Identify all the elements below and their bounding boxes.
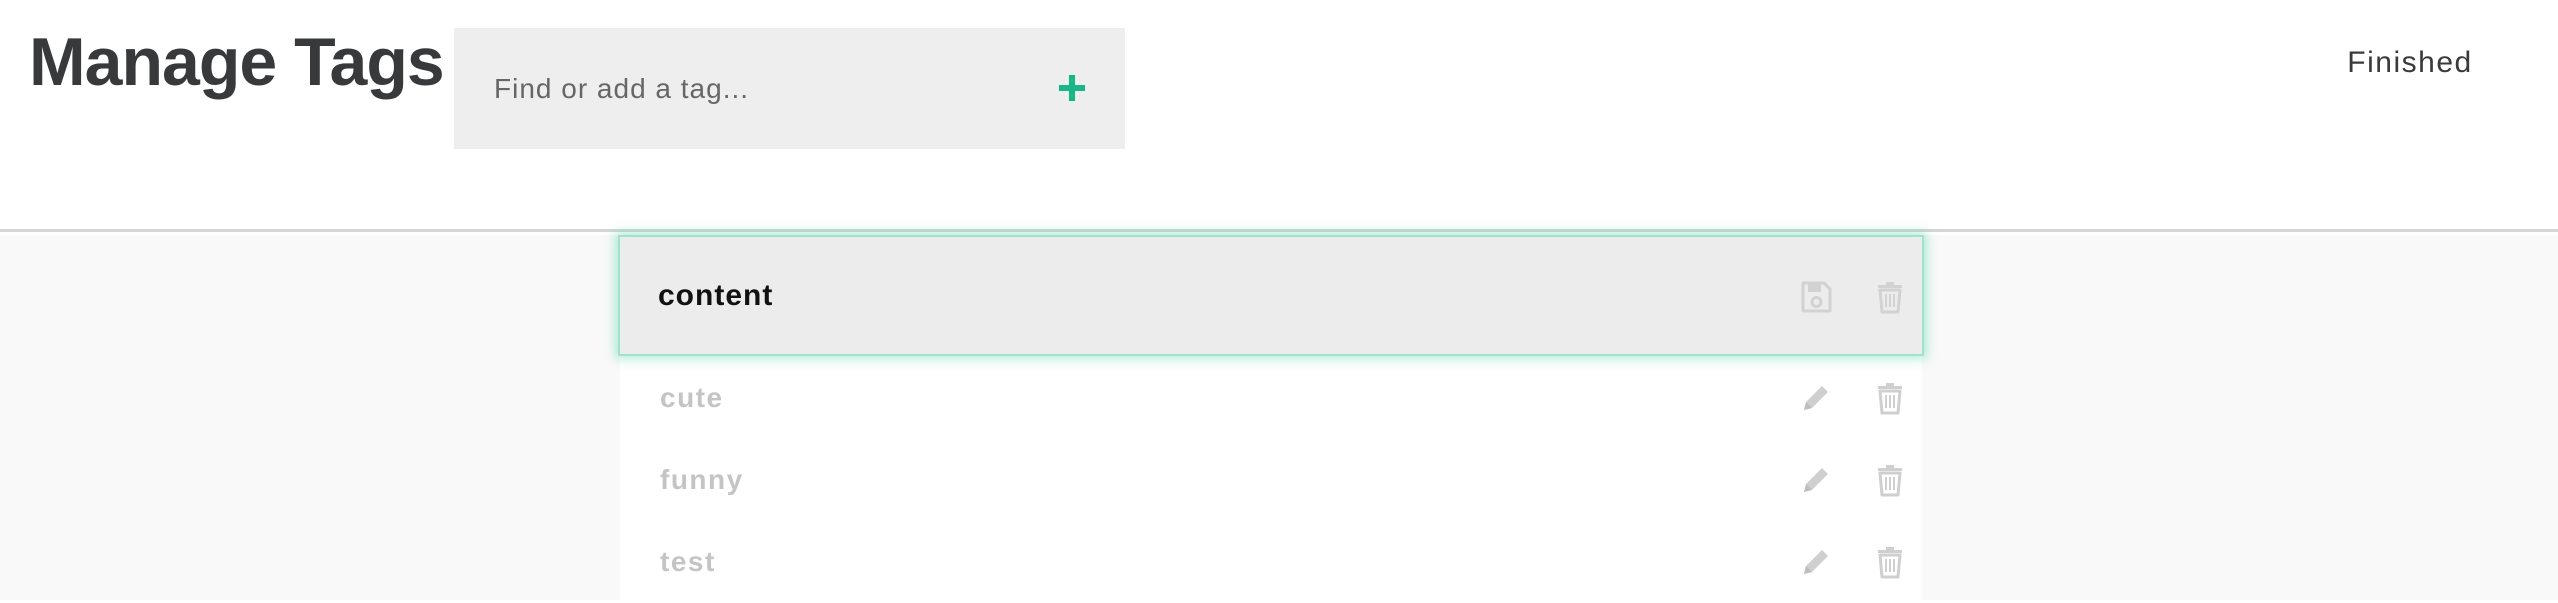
- tag-search-box: [454, 28, 1125, 149]
- pencil-icon[interactable]: [1798, 462, 1834, 498]
- tag-row-editing: [618, 235, 1924, 356]
- tag-edit-input[interactable]: [658, 237, 1658, 354]
- tag-row: test: [620, 521, 1922, 603]
- trash-icon[interactable]: [1872, 544, 1908, 580]
- trash-icon[interactable]: [1872, 380, 1908, 416]
- tag-row: funny: [620, 439, 1922, 521]
- trash-icon[interactable]: [1872, 279, 1908, 315]
- tag-search-input[interactable]: [494, 28, 1034, 149]
- header: Manage Tags Finished: [0, 0, 2558, 232]
- tag-list: cute funny: [618, 235, 1924, 603]
- save-icon[interactable]: [1798, 279, 1834, 315]
- pencil-icon[interactable]: [1798, 544, 1834, 580]
- plus-icon[interactable]: [1059, 75, 1085, 101]
- finished-button[interactable]: Finished: [2330, 42, 2490, 84]
- tag-label: cute: [660, 382, 724, 413]
- tag-label: test: [660, 546, 716, 577]
- tag-label: funny: [660, 464, 744, 495]
- tag-row: cute: [620, 357, 1922, 439]
- page-title: Manage Tags: [29, 24, 445, 100]
- trash-icon[interactable]: [1872, 462, 1908, 498]
- main-content: cute funny: [0, 235, 2558, 600]
- pencil-icon[interactable]: [1798, 380, 1834, 416]
